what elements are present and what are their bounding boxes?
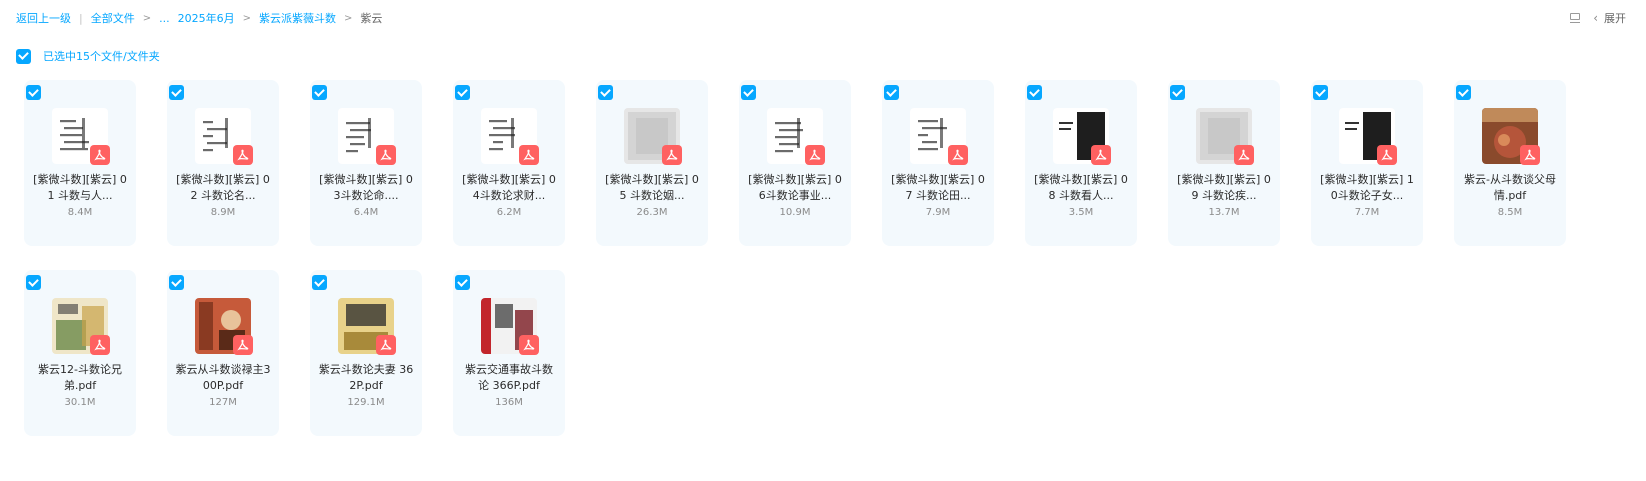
file-checkbox[interactable] xyxy=(1313,85,1328,100)
file-checkbox[interactable] xyxy=(598,85,613,100)
file-name[interactable]: 紫云从斗数谈禄主300P.pdf xyxy=(175,362,271,394)
back-link[interactable]: 返回上一级 xyxy=(16,10,71,26)
file-card[interactable]: 紫云-从斗数谈父母情.pdf 8.5M xyxy=(1454,80,1566,246)
file-checkbox[interactable] xyxy=(1456,85,1471,100)
file-size: 13.7M xyxy=(1208,207,1240,218)
file-checkbox[interactable] xyxy=(26,275,41,290)
file-card[interactable]: 紫云斗数论夫妻 362P.pdf 129.1M xyxy=(310,270,422,436)
file-card[interactable]: [紫微斗数][紫云] 09 斗数论疾... 13.7M xyxy=(1168,80,1280,246)
pdf-icon xyxy=(376,335,396,355)
breadcrumb-all-files[interactable]: 全部文件 xyxy=(91,10,135,26)
file-name[interactable]: [紫微斗数][紫云] 10斗数论子女... xyxy=(1319,172,1415,204)
pdf-icon xyxy=(90,145,110,165)
file-name[interactable]: [紫微斗数][紫云] 04斗数论求财... xyxy=(461,172,557,204)
pdf-icon xyxy=(233,335,253,355)
file-card[interactable]: [紫微斗数][紫云] 10斗数论子女... 7.7M xyxy=(1311,80,1423,246)
file-checkbox[interactable] xyxy=(741,85,756,100)
expand-button[interactable]: ‹ 展开 xyxy=(1593,10,1626,26)
selection-count-text: 已选中15个文件/文件夹 xyxy=(43,50,160,63)
pdf-icon xyxy=(1234,145,1254,165)
file-name[interactable]: [紫微斗数][紫云] 07 斗数论田... xyxy=(890,172,986,204)
file-size: 10.9M xyxy=(779,207,811,218)
file-card[interactable]: [紫微斗数][紫云] 04斗数论求财... 6.2M xyxy=(453,80,565,246)
file-size: 26.3M xyxy=(636,207,668,218)
file-size: 136M xyxy=(495,397,523,408)
file-size: 7.7M xyxy=(1354,207,1380,218)
view-controls: ‹ 展开 xyxy=(1569,10,1626,26)
file-browser: 返回上一级 | 全部文件 > ... 2025年6月 > 紫云派紫薇斗数 > 紫… xyxy=(0,0,1646,481)
file-size: 8.4M xyxy=(67,207,93,218)
pdf-icon xyxy=(805,145,825,165)
file-size: 8.9M xyxy=(210,207,236,218)
file-name[interactable]: 紫云-从斗数谈父母情.pdf xyxy=(1462,172,1558,204)
file-name[interactable]: [紫微斗数][紫云] 02 斗数论名... xyxy=(175,172,271,204)
file-card[interactable]: [紫微斗数][紫云] 02 斗数论名... 8.9M xyxy=(167,80,279,246)
file-card[interactable]: 紫云从斗数谈禄主300P.pdf 127M xyxy=(167,270,279,436)
file-name[interactable]: 紫云交通事故斗数论 366P.pdf xyxy=(461,362,557,394)
chevron-right-icon: > xyxy=(142,12,152,24)
pdf-icon xyxy=(1377,145,1397,165)
list-view-icon[interactable] xyxy=(1569,12,1581,24)
file-name[interactable]: [紫微斗数][紫云] 08 斗数看人... xyxy=(1033,172,1129,204)
file-checkbox[interactable] xyxy=(455,85,470,100)
file-checkbox[interactable] xyxy=(884,85,899,100)
file-size: 7.9M xyxy=(925,207,951,218)
file-checkbox[interactable] xyxy=(169,85,184,100)
file-card[interactable]: [紫微斗数][紫云] 08 斗数看人... 3.5M xyxy=(1025,80,1137,246)
expand-label: 展开 xyxy=(1604,12,1626,25)
file-name[interactable]: [紫微斗数][紫云] 06斗数论事业... xyxy=(747,172,843,204)
pdf-icon xyxy=(233,145,253,165)
breadcrumb-folder-2025-06[interactable]: 2025年6月 xyxy=(178,10,235,26)
file-name[interactable]: [紫微斗数][紫云] 05 斗数论姻... xyxy=(604,172,700,204)
file-checkbox[interactable] xyxy=(455,275,470,290)
select-all-checkbox[interactable] xyxy=(16,48,31,64)
pdf-icon xyxy=(519,145,539,165)
pdf-icon xyxy=(376,145,396,165)
breadcrumb: 返回上一级 | 全部文件 > ... 2025年6月 > 紫云派紫薇斗数 > 紫… xyxy=(16,10,382,26)
file-size: 8.5M xyxy=(1497,207,1523,218)
file-checkbox[interactable] xyxy=(312,275,327,290)
file-card[interactable]: [紫微斗数][紫云] 07 斗数论田... 7.9M xyxy=(882,80,994,246)
breadcrumb-ellipsis[interactable]: ... xyxy=(159,12,170,25)
file-size: 129.1M xyxy=(347,397,385,408)
file-size: 30.1M xyxy=(64,397,96,408)
file-name[interactable]: [紫微斗数][紫云] 03斗数论命.... xyxy=(318,172,414,204)
file-checkbox[interactable] xyxy=(312,85,327,100)
file-size: 3.5M xyxy=(1068,207,1094,218)
chevron-right-icon: > xyxy=(344,12,353,24)
file-size: 6.2M xyxy=(496,207,522,218)
file-checkbox[interactable] xyxy=(26,85,41,100)
file-checkbox[interactable] xyxy=(1170,85,1185,100)
file-card[interactable]: [紫微斗数][紫云] 03斗数论命.... 6.4M xyxy=(310,80,422,246)
breadcrumb-divider: | xyxy=(79,11,83,25)
file-name[interactable]: [紫微斗数][紫云] 01 斗数与人... xyxy=(32,172,128,204)
pdf-icon xyxy=(662,145,682,165)
pdf-icon xyxy=(948,145,968,165)
file-card[interactable]: [紫微斗数][紫云] 06斗数论事业... 10.9M xyxy=(739,80,851,246)
file-checkbox[interactable] xyxy=(1027,85,1042,100)
file-name[interactable]: [紫微斗数][紫云] 09 斗数论疾... xyxy=(1176,172,1272,204)
breadcrumb-current: 紫云 xyxy=(360,12,383,25)
pdf-icon xyxy=(90,335,110,355)
selection-bar: 已选中15个文件/文件夹 xyxy=(16,48,160,64)
file-name[interactable]: 紫云斗数论夫妻 362P.pdf xyxy=(318,362,414,394)
chevron-right-icon: > xyxy=(242,12,251,24)
file-card[interactable]: [紫微斗数][紫云] 05 斗数论姻... 26.3M xyxy=(596,80,708,246)
pdf-icon xyxy=(519,335,539,355)
pdf-icon xyxy=(1520,145,1540,165)
chevron-left-icon: ‹ xyxy=(1593,11,1598,25)
pdf-icon xyxy=(1091,145,1111,165)
file-checkbox[interactable] xyxy=(169,275,184,290)
file-card[interactable]: 紫云交通事故斗数论 366P.pdf 136M xyxy=(453,270,565,436)
file-size: 6.4M xyxy=(353,207,379,218)
breadcrumb-folder-ziyun-school[interactable]: 紫云派紫薇斗数 xyxy=(259,10,336,26)
file-card[interactable]: 紫云12-斗数论兄弟.pdf 30.1M xyxy=(24,270,136,436)
file-size: 127M xyxy=(209,397,237,408)
file-name[interactable]: 紫云12-斗数论兄弟.pdf xyxy=(32,362,128,394)
file-card[interactable]: [紫微斗数][紫云] 01 斗数与人... 8.4M xyxy=(24,80,136,246)
